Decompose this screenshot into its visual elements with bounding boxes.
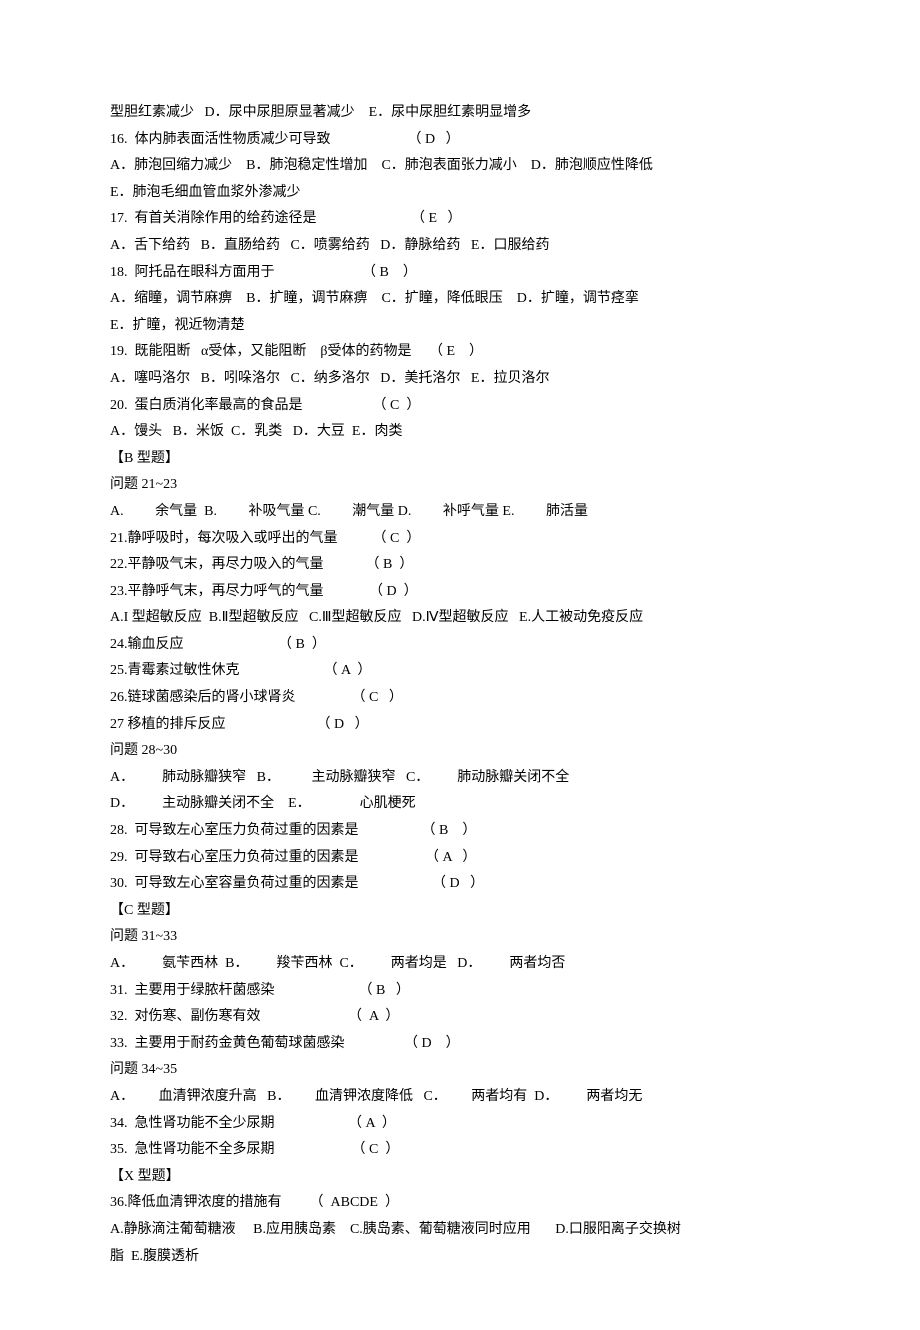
text-line: A.静脉滴注葡萄糖液 B.应用胰岛素 C.胰岛素、葡萄糖液同时应用 D.口服阳离… [110,1217,810,1244]
text-line: 型胆红素减少 D．尿中尿胆原显著减少 E．尿中尿胆红素明显增多 [110,100,810,127]
text-line: A．舌下给药 B．直肠给药 C．喷雾给药 D．静脉给药 E．口服给药 [110,233,810,260]
text-line: 【C 型题】 [110,898,810,925]
text-line: 19. 既能阻断 α受体，又能阻断 β受体的药物是 （ E ） [110,339,810,366]
text-line: E．扩瞳，视近物清楚 [110,313,810,340]
text-line: 问题 21~23 [110,472,810,499]
text-line: A. 余气量 B. 补吸气量 C. 潮气量 D. 补呼气量 E. 肺活量 [110,499,810,526]
text-line: A．馒头 B．米饭 C．乳类 D．大豆 E．肉类 [110,419,810,446]
text-line: A． 肺动脉瓣狭窄 B． 主动脉瓣狭窄 C． 肺动脉瓣关闭不全 [110,765,810,792]
text-line: 【B 型题】 [110,446,810,473]
text-line: 17. 有首关消除作用的给药途径是 （ E ） [110,206,810,233]
text-line: 20. 蛋白质消化率最高的食品是 （ C ） [110,393,810,420]
text-line: 34. 急性肾功能不全少尿期 （ A ） [110,1111,810,1138]
text-line: A． 血清钾浓度升高 B． 血清钾浓度降低 C． 两者均有 D． 两者均无 [110,1084,810,1111]
text-line: A．肺泡回缩力减少 B．肺泡稳定性增加 C．肺泡表面张力减小 D．肺泡顺应性降低 [110,153,810,180]
text-line: 问题 28~30 [110,738,810,765]
text-line: 【X 型题】 [110,1164,810,1191]
text-line: 24.输血反应 （ B ） [110,632,810,659]
text-line: 问题 31~33 [110,924,810,951]
text-line: 32. 对伤寒、副伤寒有效 （ A ） [110,1004,810,1031]
text-line: 23.平静呼气末，再尽力呼气的气量 （ D ） [110,579,810,606]
text-line: 33. 主要用于耐药金黄色葡萄球菌感染 （ D ） [110,1031,810,1058]
document-body: 型胆红素减少 D．尿中尿胆原显著减少 E．尿中尿胆红素明显增多16. 体内肺表面… [110,100,810,1270]
text-line: 问题 34~35 [110,1057,810,1084]
text-line: E．肺泡毛细血管血浆外渗减少 [110,180,810,207]
text-line: 22.平静吸气末，再尽力吸入的气量 （ B ） [110,552,810,579]
text-line: 26.链球菌感染后的肾小球肾炎 （ C ） [110,685,810,712]
text-line: 脂 E.腹膜透析 [110,1244,810,1271]
text-line: 30. 可导致左心室容量负荷过重的因素是 （ D ） [110,871,810,898]
text-line: 27 移植的排斥反应 （ D ） [110,712,810,739]
text-line: 18. 阿托品在眼科方面用于 （ B ） [110,260,810,287]
text-line: 31. 主要用于绿脓杆菌感染 （ B ） [110,978,810,1005]
text-line: D． 主动脉瓣关闭不全 E． 心肌梗死 [110,791,810,818]
text-line: 28. 可导致左心室压力负荷过重的因素是 （ B ） [110,818,810,845]
text-line: 36.降低血清钾浓度的措施有 （ ABCDE ） [110,1190,810,1217]
text-line: A．噻吗洛尔 B．吲哚洛尔 C．纳多洛尔 D．美托洛尔 E．拉贝洛尔 [110,366,810,393]
text-line: A．缩瞳，调节麻痹 B．扩瞳，调节麻痹 C．扩瞳，降低眼压 D．扩瞳，调节痉挛 [110,286,810,313]
text-line: 29. 可导致右心室压力负荷过重的因素是 （ A ） [110,845,810,872]
text-line: 35. 急性肾功能不全多尿期 （ C ） [110,1137,810,1164]
text-line: 16. 体内肺表面活性物质减少可导致 （ D ） [110,127,810,154]
text-line: 21.静呼吸时，每次吸入或呼出的气量 （ C ） [110,526,810,553]
text-line: A.I 型超敏反应 B.Ⅱ型超敏反应 C.Ⅲ型超敏反应 D.Ⅳ型超敏反应 E.人… [110,605,810,632]
text-line: 25.青霉素过敏性休克 （ A ） [110,658,810,685]
text-line: A． 氨苄西林 B． 羧苄西林 C． 两者均是 D． 两者均否 [110,951,810,978]
